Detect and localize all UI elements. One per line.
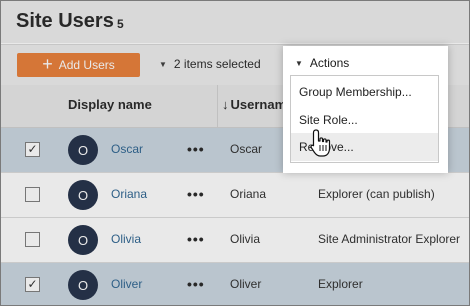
more-options-button[interactable]: •••	[187, 141, 205, 157]
actions-label: Actions	[309, 56, 350, 70]
table-row[interactable]: O Oriana ••• Oriana Explorer (can publis…	[1, 173, 469, 218]
site-role-cell: Explorer (can publish)	[318, 187, 435, 201]
table-row[interactable]: O Olivia ••• Olivia Site Administrator E…	[1, 218, 469, 263]
column-display-name[interactable]: Display name	[68, 97, 152, 112]
display-name-link[interactable]: Oriana	[111, 187, 147, 201]
caret-down-icon: ▼	[295, 58, 303, 68]
site-users-page: Site Users 5 + Add Users ▼ 2 items selec…	[0, 0, 470, 306]
page-title: Site Users	[16, 10, 114, 32]
items-selected-label: 2 items selected	[173, 57, 261, 71]
row-checkbox[interactable]	[25, 187, 40, 202]
row-checkbox[interactable]: ✓	[25, 142, 40, 157]
selection-toggle[interactable]: ▼ 2 items selected	[159, 57, 261, 71]
site-role-cell: Site Administrator Explorer	[318, 232, 461, 246]
row-checkbox[interactable]	[25, 232, 40, 247]
more-options-button[interactable]: •••	[187, 231, 205, 247]
add-users-label: Add Users	[58, 58, 115, 72]
display-name-link[interactable]: Olivia	[111, 232, 141, 246]
site-role-cell: Explorer	[318, 277, 363, 291]
user-count: 5	[117, 17, 124, 31]
sort-down-arrow-icon: ↓	[222, 97, 229, 112]
add-users-button[interactable]: + Add Users	[17, 53, 140, 77]
username-cell: Oriana	[230, 187, 267, 201]
row-checkbox[interactable]: ✓	[25, 277, 40, 292]
avatar: O	[68, 270, 98, 300]
column-divider	[217, 85, 218, 127]
display-name-link[interactable]: Oscar	[111, 142, 143, 156]
title-bar: Site Users 5	[1, 1, 469, 43]
username-cell: Oliver	[230, 277, 262, 291]
caret-down-icon: ▼	[159, 59, 167, 69]
more-options-button[interactable]: •••	[187, 276, 205, 292]
username-cell: Olivia	[230, 232, 261, 246]
avatar: O	[68, 135, 98, 165]
plus-icon: +	[42, 54, 53, 74]
menu-item-group-membership[interactable]: Group Membership...	[291, 78, 438, 106]
hand-cursor-icon	[310, 129, 331, 157]
avatar: O	[68, 225, 98, 255]
avatar: O	[68, 180, 98, 210]
more-options-button[interactable]: •••	[187, 186, 205, 202]
username-cell: Oscar	[230, 142, 263, 156]
table-row[interactable]: ✓ O Oliver ••• Oliver Explorer	[1, 263, 469, 305]
display-name-link[interactable]: Oliver	[111, 277, 142, 291]
actions-dropdown-button[interactable]: ▼ Actions	[295, 56, 349, 70]
